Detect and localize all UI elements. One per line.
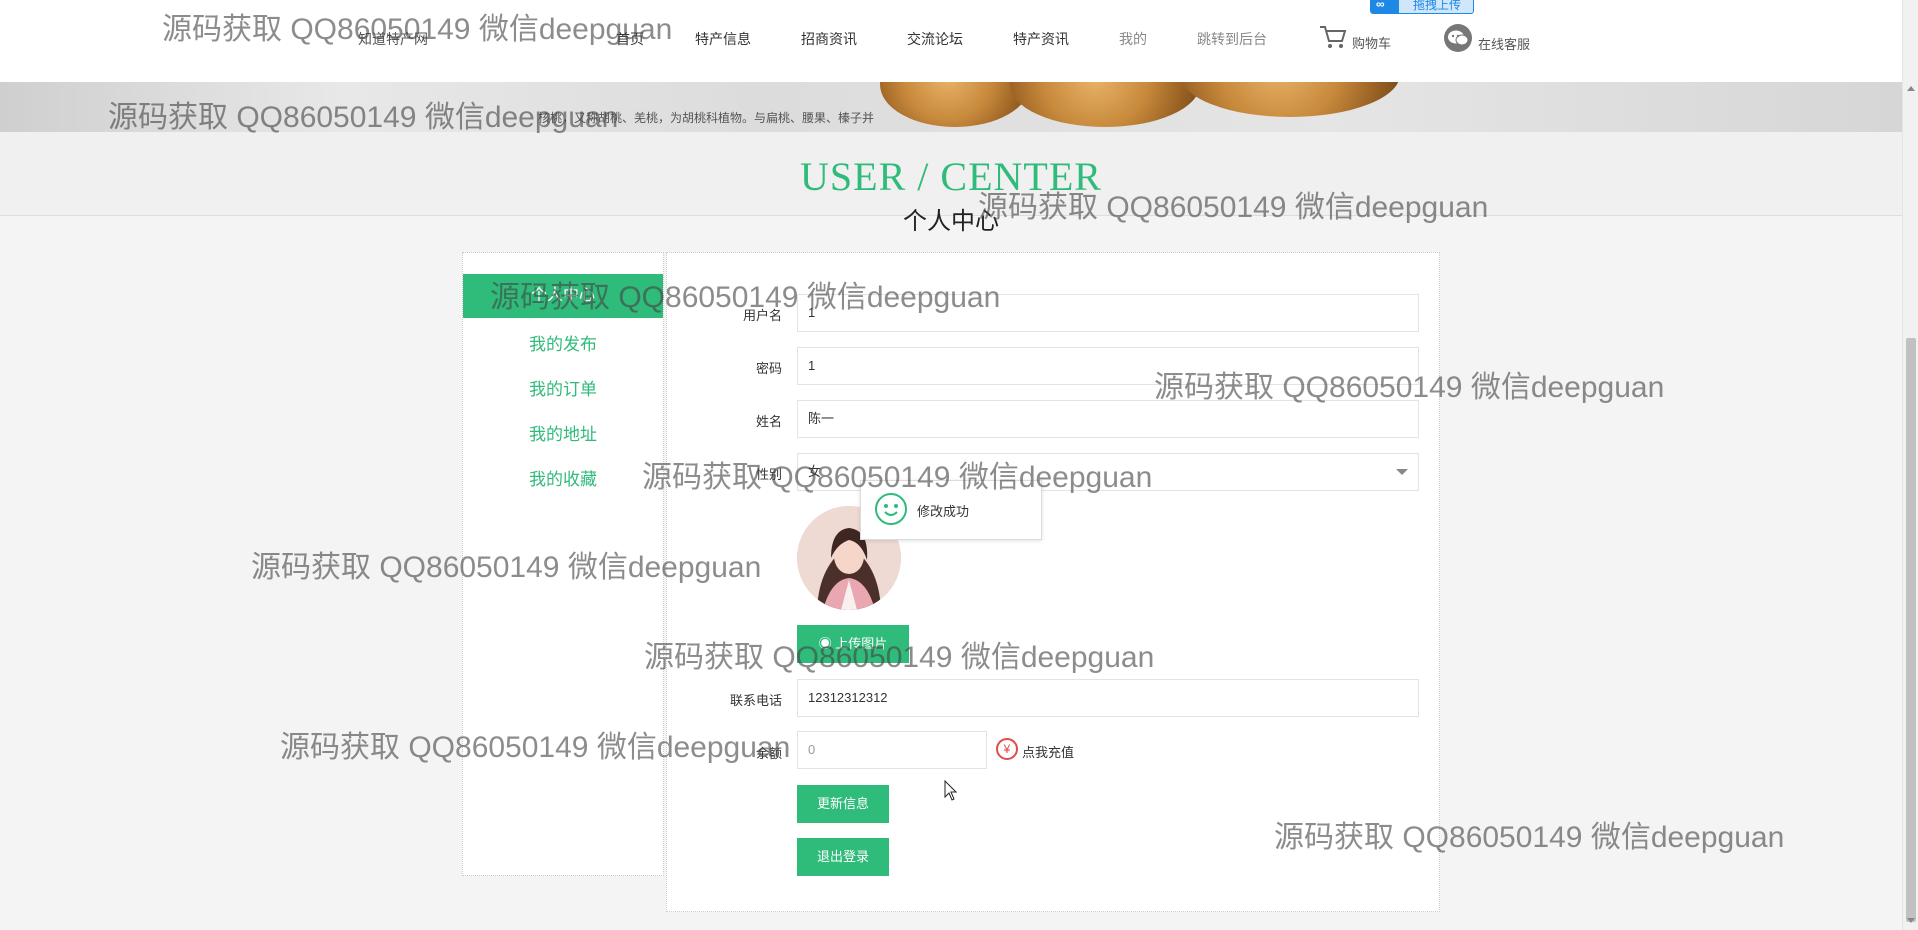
upload-image-label: 上传图片 xyxy=(835,636,888,651)
nav-specialty-info[interactable]: 特产信息 xyxy=(695,29,751,49)
side-menu: 个人中心 我的发布 我的订单 我的地址 我的收藏 xyxy=(462,252,664,876)
balance-input[interactable]: 0 xyxy=(797,731,987,769)
balance-label: 余额 xyxy=(755,746,782,761)
yen-coin-icon: ¥ xyxy=(996,738,1018,760)
drag-upload-badge[interactable]: ∞ 拖拽上传 xyxy=(1370,0,1474,14)
recharge-label: 点我充值 xyxy=(1022,745,1075,760)
nav-forum[interactable]: 交流论坛 xyxy=(907,29,963,49)
toast-message: 修改成功 xyxy=(917,504,970,519)
top-header: 知道特产网 首页 特产信息 招商资讯 交流论坛 特产资讯 我的 跳转到后台 ∞ … xyxy=(0,0,1902,82)
cart-icon xyxy=(1320,26,1347,48)
nav-investment-news[interactable]: 招商资讯 xyxy=(801,29,857,49)
upload-image-button[interactable]: ◉ 上传图片 xyxy=(797,625,909,663)
logout-button[interactable]: 退出登录 xyxy=(797,838,889,876)
wechat-icon xyxy=(1444,24,1472,52)
scroll-down-arrow-icon[interactable] xyxy=(1907,918,1915,923)
phone-label: 联系电话 xyxy=(729,693,782,708)
side-menu-item-favorites[interactable]: 我的收藏 xyxy=(463,465,663,490)
side-menu-item-posts[interactable]: 我的发布 xyxy=(463,330,663,355)
service-label: 在线客服 xyxy=(1478,37,1531,52)
nav-specialty-news[interactable]: 特产资讯 xyxy=(1013,29,1069,49)
upload-badge-label: 拖拽上传 xyxy=(1413,0,1462,12)
nav-mine[interactable]: 我的 xyxy=(1119,29,1147,49)
banner-caption: 核桃，又称胡桃、羌桃，为胡桃科植物。与扁桃、腰果、榛子并 xyxy=(538,111,875,125)
password-label: 密码 xyxy=(755,361,782,376)
username-input[interactable]: 1 xyxy=(797,294,1419,332)
password-input[interactable]: 1 xyxy=(797,347,1419,385)
smile-icon xyxy=(875,493,907,525)
mouse-cursor-icon xyxy=(944,780,958,801)
upload-logo-icon: ∞ xyxy=(1371,0,1399,13)
side-menu-item-profile[interactable]: 个人中心 xyxy=(463,274,663,318)
update-info-button[interactable]: 更新信息 xyxy=(797,785,889,823)
main-nav: 首页 特产信息 招商资讯 交流论坛 特产资讯 我的 跳转到后台 xyxy=(0,29,1902,49)
walnut-image xyxy=(1180,82,1400,117)
banner: 核桃，又称胡桃、羌桃，为胡桃科植物。与扁桃、腰果、榛子并 xyxy=(0,82,1902,132)
cart-label: 购物车 xyxy=(1352,36,1392,51)
success-toast: 修改成功 xyxy=(860,480,1042,540)
camera-icon: ◉ xyxy=(818,636,836,651)
name-label: 姓名 xyxy=(755,414,782,429)
side-menu-item-orders[interactable]: 我的订单 xyxy=(463,375,663,400)
name-input[interactable]: 陈一 xyxy=(797,400,1419,438)
gender-value: 女 xyxy=(808,464,822,479)
page-scrollbar[interactable] xyxy=(1902,0,1918,930)
phone-input[interactable]: 12312312312 xyxy=(797,679,1419,717)
walnut-image xyxy=(880,82,1030,127)
scroll-up-arrow-icon[interactable] xyxy=(1907,86,1915,91)
nav-admin[interactable]: 跳转到后台 xyxy=(1197,29,1267,49)
side-menu-item-address[interactable]: 我的地址 xyxy=(463,420,663,445)
page-title-cn: 个人中心 xyxy=(903,208,999,235)
username-label: 用户名 xyxy=(742,308,782,323)
gender-label: 性别 xyxy=(755,467,782,482)
page-title-en: USER / CENTER xyxy=(800,154,1102,199)
scroll-thumb[interactable] xyxy=(1906,338,1916,922)
nav-home[interactable]: 首页 xyxy=(616,29,644,49)
walnut-image xyxy=(1010,82,1200,127)
chevron-down-icon xyxy=(1396,469,1408,475)
